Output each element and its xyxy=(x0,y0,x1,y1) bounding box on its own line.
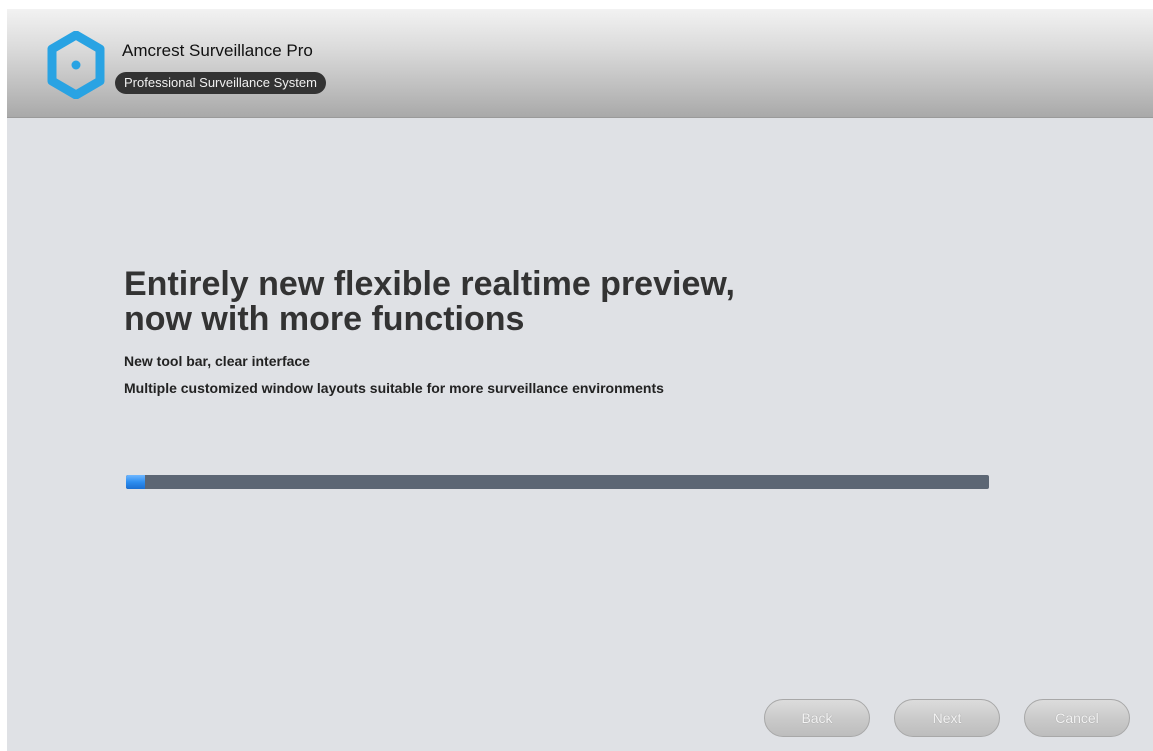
cancel-button[interactable]: Cancel xyxy=(1024,699,1130,737)
headline-line-2: now with more functions xyxy=(124,300,525,338)
page-headline: Entirely new flexible realtime preview, … xyxy=(124,267,1024,337)
header-banner: Amcrest Surveillance Pro Professional Su… xyxy=(7,9,1153,118)
install-progress-fill xyxy=(126,475,145,489)
app-title: Amcrest Surveillance Pro xyxy=(122,41,313,60)
install-progress-bar xyxy=(126,475,989,489)
app-subtitle: Professional Surveillance System xyxy=(115,72,326,94)
installer-window: Amcrest Surveillance Pro Professional Su… xyxy=(7,9,1153,751)
headline-line-1: Entirely new flexible realtime preview, xyxy=(124,265,735,303)
back-button[interactable]: Back xyxy=(764,699,870,737)
feature-item: Multiple customized window layouts suita… xyxy=(124,380,664,396)
feature-item: New tool bar, clear interface xyxy=(124,353,310,369)
next-button[interactable]: Next xyxy=(894,699,1000,737)
hexagon-logo-icon xyxy=(47,31,105,99)
